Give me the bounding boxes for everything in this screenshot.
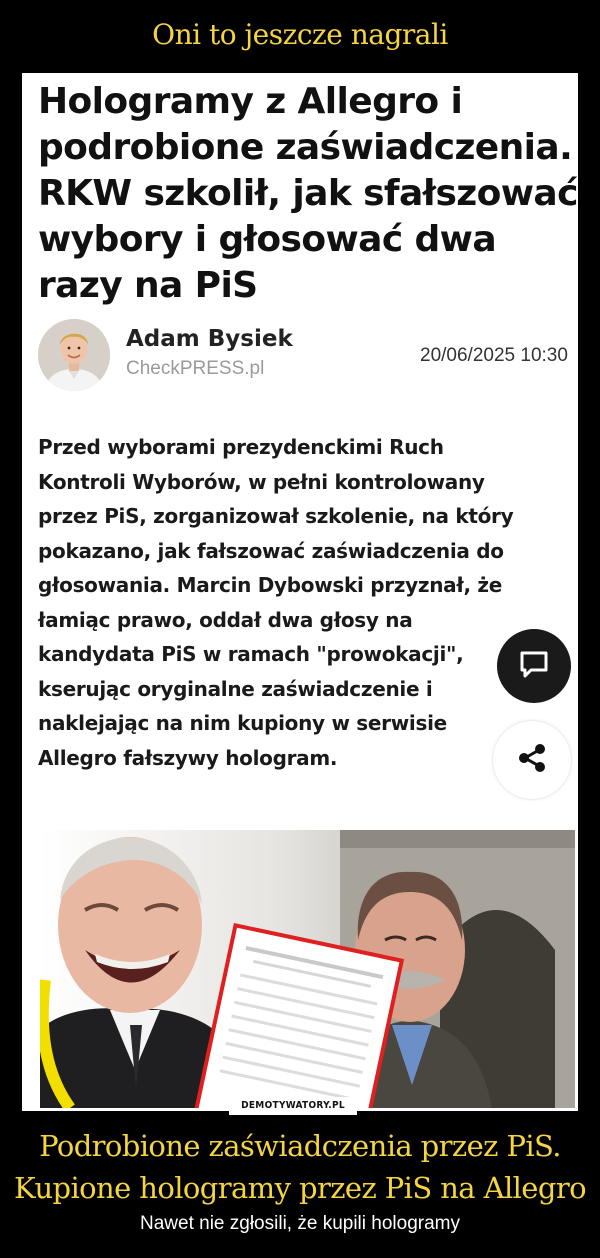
comment-button[interactable] (497, 629, 571, 703)
share-button[interactable] (493, 721, 571, 799)
article-lead: Przed wyborami prezydenckimi Ruch Kontro… (38, 435, 514, 770)
top-title: Oni to jeszcze nagrali (152, 18, 448, 51)
article-photo (40, 830, 575, 1108)
author-source: CheckPRESS.pl (126, 358, 265, 379)
author-avatar[interactable] (38, 319, 110, 391)
watermark: DEMOTYWATORY.PL (229, 1097, 357, 1115)
share-icon (515, 741, 549, 779)
comment-icon (517, 647, 551, 685)
bottom-subtitle: Nawet nie zgłosili, że kupili hologramy (140, 1213, 460, 1234)
bottom-title: Podrobione zaświadczenia przez PiS. Kupi… (14, 1129, 587, 1205)
article-headline: Hologramy z Allegro i podrobione zaświad… (38, 81, 578, 306)
author-name[interactable]: Adam Bysiek (126, 326, 293, 352)
publish-date: 20/06/2025 10:30 (420, 345, 568, 366)
article-screenshot: Hologramy z Allegro i podrobione zaświad… (22, 73, 578, 1111)
